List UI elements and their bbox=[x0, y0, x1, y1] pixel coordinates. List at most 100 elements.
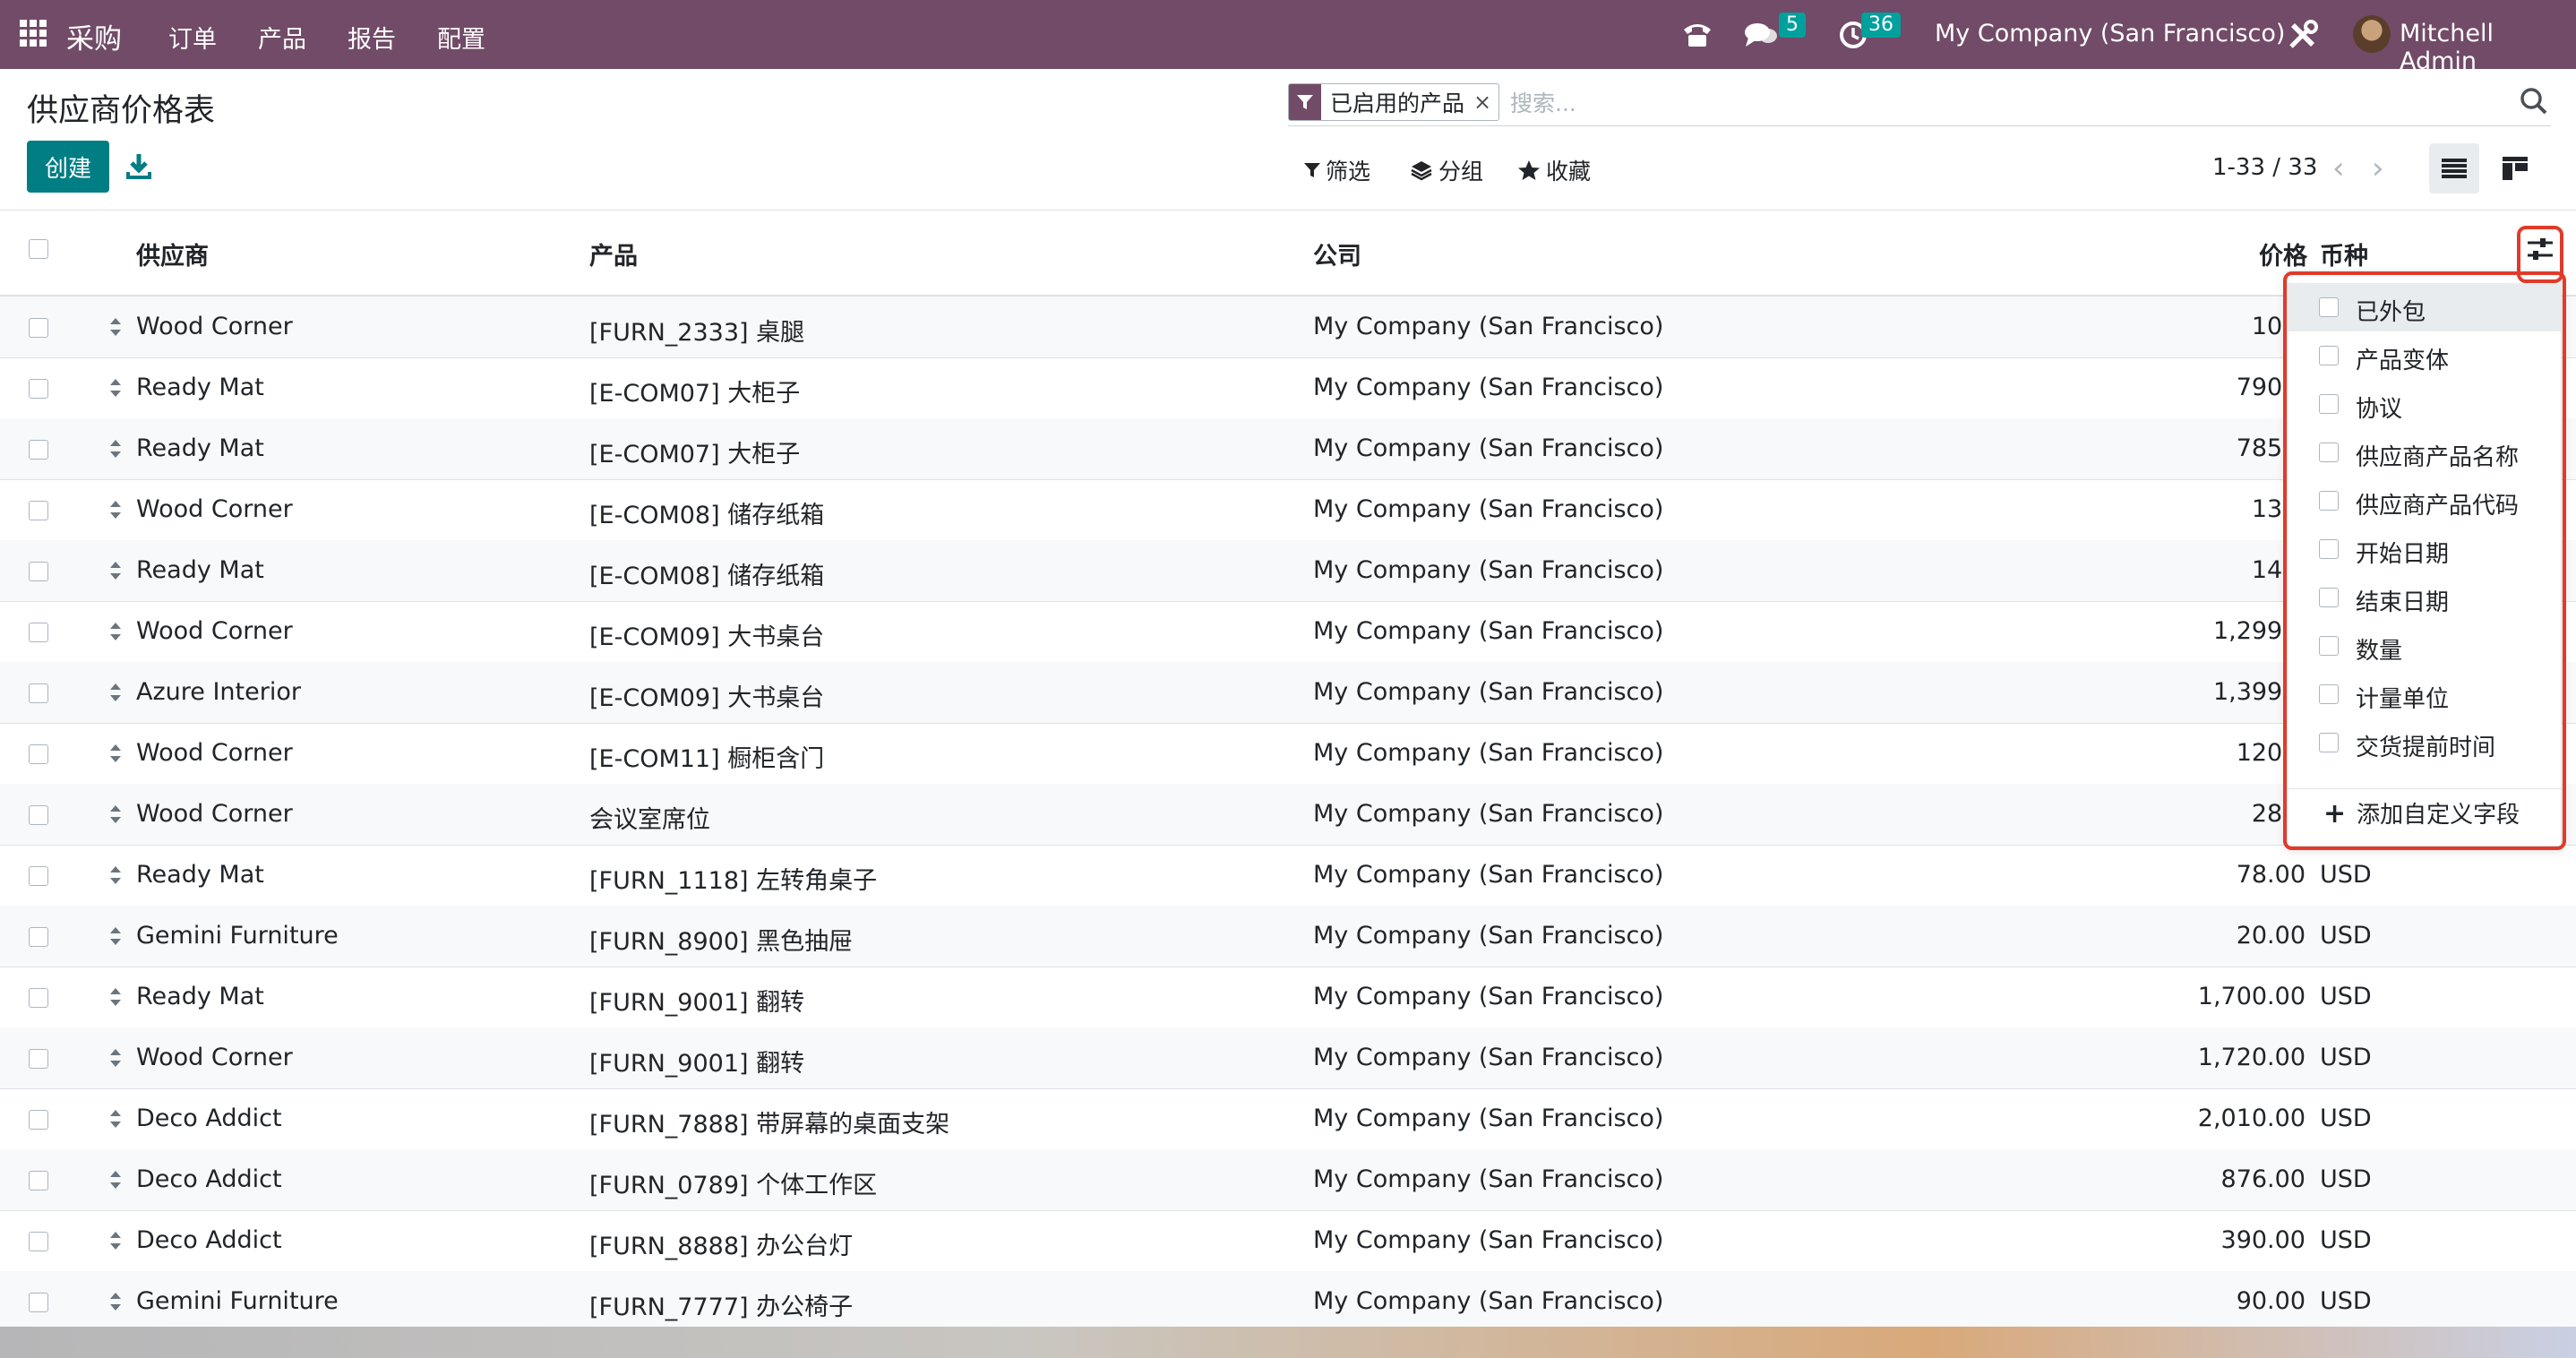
select-all-checkbox[interactable] bbox=[29, 239, 48, 259]
row-checkbox[interactable] bbox=[29, 501, 48, 520]
drag-handle-icon[interactable] bbox=[108, 1291, 123, 1312]
table-row[interactable]: Wood Corner [FURN_9001] 翻转 My Company (San… bbox=[0, 1027, 2576, 1089]
cell-product: [E-COM07] 大柜子 bbox=[589, 380, 801, 408]
debug-tools-icon[interactable] bbox=[2286, 18, 2320, 52]
table-row[interactable]: Ready Mat [E-COM08] 储存纸箱 My Company (San F… bbox=[0, 540, 2576, 602]
drag-handle-icon[interactable] bbox=[108, 986, 123, 1008]
user-menu[interactable]: Mitchell Admin bbox=[2400, 20, 2576, 75]
cell-company: My Company (San Francisco) bbox=[1313, 1287, 1664, 1315]
cell-vendor: Deco Addict bbox=[136, 1226, 282, 1254]
messages-icon[interactable] bbox=[1743, 20, 1779, 50]
row-checkbox[interactable] bbox=[29, 1232, 48, 1251]
download-icon[interactable] bbox=[124, 150, 154, 181]
row-checkbox[interactable] bbox=[29, 1171, 48, 1190]
drag-handle-icon[interactable] bbox=[108, 1047, 123, 1069]
cell-company: My Company (San Francisco) bbox=[1313, 313, 1664, 340]
pager-next-icon[interactable]: › bbox=[2372, 150, 2384, 186]
row-checkbox[interactable] bbox=[29, 744, 48, 764]
table-row[interactable]: Wood Corner [E-COM09] 大书桌台 My Company (San… bbox=[0, 601, 2576, 663]
table-row[interactable]: Ready Mat [E-COM07] 大柜子 My Company (San Fr… bbox=[0, 357, 2576, 419]
table-row[interactable]: Azure Interior [E-COM09] 大书桌台 My Company (… bbox=[0, 662, 2576, 724]
drag-handle-icon[interactable] bbox=[108, 1169, 123, 1190]
cell-vendor: Wood Corner bbox=[136, 313, 293, 340]
menu-reports[interactable]: 报告 bbox=[348, 20, 396, 55]
drag-handle-icon[interactable] bbox=[108, 499, 123, 520]
table-row[interactable]: Deco Addict [FURN_7888] 带屏幕的桌面支架 My Compan… bbox=[0, 1088, 2576, 1150]
star-icon bbox=[1518, 160, 1540, 180]
row-checkbox[interactable] bbox=[29, 866, 48, 886]
drag-handle-icon[interactable] bbox=[108, 804, 123, 825]
table-row[interactable]: Deco Addict [FURN_0789] 个体工作区 My Company (… bbox=[0, 1149, 2576, 1211]
cell-price: 876.00 bbox=[2220, 1165, 2306, 1193]
row-checkbox[interactable] bbox=[29, 805, 48, 825]
filter-button[interactable]: 筛选 bbox=[1304, 154, 1370, 186]
menu-configuration[interactable]: 配置 bbox=[437, 20, 485, 55]
cell-currency: USD bbox=[2320, 1226, 2372, 1254]
company-switcher[interactable]: My Company (San Francisco) bbox=[1935, 20, 2285, 47]
column-header-product[interactable]: 产品 bbox=[589, 236, 638, 271]
list-view-button[interactable] bbox=[2429, 143, 2479, 193]
table-row[interactable]: Wood Corner [FURN_2333] 桌腿 My Company (San… bbox=[0, 297, 2576, 358]
group-by-button[interactable]: 分组 bbox=[1410, 154, 1483, 186]
drag-handle-icon[interactable] bbox=[108, 316, 123, 338]
table-row[interactable]: Ready Mat [FURN_9001] 翻转 My Company (San F… bbox=[0, 967, 2576, 1028]
cell-price: 20.00 bbox=[2236, 922, 2306, 950]
cell-product: [E-COM11] 橱柜含门 bbox=[589, 745, 825, 773]
row-checkbox[interactable] bbox=[29, 562, 48, 581]
search-input[interactable] bbox=[1508, 86, 2497, 120]
column-header-price[interactable]: 价格 bbox=[2259, 236, 2307, 271]
row-checkbox[interactable] bbox=[29, 927, 48, 947]
facet-remove-icon[interactable]: × bbox=[1473, 90, 1498, 115]
table-row[interactable]: Ready Mat [E-COM07] 大柜子 My Company (San Fr… bbox=[0, 418, 2576, 480]
phone-icon[interactable] bbox=[1680, 19, 1714, 49]
create-button[interactable]: 创建 bbox=[27, 141, 109, 193]
menu-products[interactable]: 产品 bbox=[258, 20, 306, 55]
drag-handle-icon[interactable] bbox=[108, 621, 123, 642]
row-checkbox[interactable] bbox=[29, 379, 48, 399]
drag-handle-icon[interactable] bbox=[108, 1230, 123, 1251]
cell-vendor: Ready Mat bbox=[136, 374, 264, 401]
drag-handle-icon[interactable] bbox=[108, 560, 123, 581]
drag-handle-icon[interactable] bbox=[108, 864, 123, 886]
row-checkbox[interactable] bbox=[29, 1293, 48, 1312]
drag-handle-icon[interactable] bbox=[108, 925, 123, 947]
row-checkbox[interactable] bbox=[29, 318, 48, 338]
cell-company: My Company (San Francisco) bbox=[1313, 739, 1664, 767]
kanban-view-button[interactable] bbox=[2490, 143, 2540, 193]
cell-vendor: Ready Mat bbox=[136, 434, 264, 462]
column-header-company[interactable]: 公司 bbox=[1313, 236, 1361, 271]
table-row[interactable]: Wood Corner [E-COM08] 储存纸箱 My Company (San… bbox=[0, 479, 2576, 541]
row-checkbox[interactable] bbox=[29, 988, 48, 1008]
column-header-vendor[interactable]: 供应商 bbox=[136, 236, 209, 271]
cell-vendor: Wood Corner bbox=[136, 1044, 293, 1071]
pager-value[interactable]: 1-33 / 33 bbox=[2212, 154, 2317, 181]
user-avatar[interactable] bbox=[2353, 15, 2391, 53]
favorites-button[interactable]: 收藏 bbox=[1517, 154, 1591, 186]
drag-handle-icon[interactable] bbox=[108, 682, 123, 703]
menu-orders[interactable]: 订单 bbox=[168, 20, 217, 55]
column-header-currency[interactable]: 币种 bbox=[2320, 236, 2368, 271]
cell-vendor: Deco Addict bbox=[136, 1104, 282, 1132]
search-icon[interactable] bbox=[2517, 84, 2551, 118]
table-row[interactable]: Wood Corner 会议室席位 My Company (San Francisc… bbox=[0, 784, 2576, 846]
cell-company: My Company (San Francisco) bbox=[1313, 617, 1664, 645]
table-row[interactable]: Wood Corner [E-COM11] 橱柜含门 My Company (San… bbox=[0, 723, 2576, 785]
page-title: 供应商价格表 bbox=[27, 93, 216, 129]
pager-previous-icon[interactable]: ‹ bbox=[2332, 150, 2345, 186]
search-facet[interactable]: 已启用的产品 × bbox=[1288, 83, 1500, 121]
app-menu-icon[interactable] bbox=[20, 20, 47, 47]
table-row[interactable]: Gemini Furniture [FURN_7777] 办公椅子 My Compa… bbox=[0, 1271, 2576, 1333]
app-name[interactable]: 采购 bbox=[66, 16, 122, 56]
drag-handle-icon[interactable] bbox=[108, 743, 123, 764]
row-checkbox[interactable] bbox=[29, 623, 48, 642]
table-row[interactable]: Deco Addict [FURN_8888] 办公台灯 My Company (S… bbox=[0, 1210, 2576, 1272]
row-checkbox[interactable] bbox=[29, 440, 48, 460]
row-checkbox[interactable] bbox=[29, 1110, 48, 1130]
row-checkbox[interactable] bbox=[29, 1049, 48, 1069]
drag-handle-icon[interactable] bbox=[108, 1108, 123, 1130]
row-checkbox[interactable] bbox=[29, 683, 48, 703]
drag-handle-icon[interactable] bbox=[108, 377, 123, 399]
table-row[interactable]: Ready Mat [FURN_1118] 左转角桌子 My Company (Sa… bbox=[0, 845, 2576, 907]
table-row[interactable]: Gemini Furniture [FURN_8900] 黑色抽屉 My Compa… bbox=[0, 906, 2576, 967]
drag-handle-icon[interactable] bbox=[108, 438, 123, 460]
